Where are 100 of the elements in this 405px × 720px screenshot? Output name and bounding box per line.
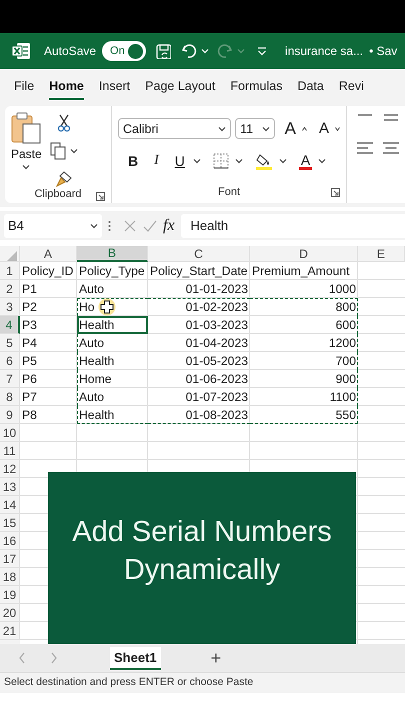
caret-icon[interactable] bbox=[192, 158, 201, 164]
ribbon-tab[interactable]: Insert bbox=[98, 75, 130, 100]
row-header[interactable]: 10 bbox=[0, 424, 20, 442]
row-header[interactable]: 18 bbox=[0, 568, 20, 586]
underline-button[interactable]: U bbox=[172, 153, 187, 169]
row-header[interactable]: 14 bbox=[0, 496, 20, 514]
shrink-font-button[interactable]: A bbox=[316, 120, 331, 137]
row-header[interactable]: 19 bbox=[0, 586, 20, 604]
group-label: Clipboard bbox=[34, 188, 82, 200]
row-header[interactable]: 9 bbox=[0, 406, 20, 424]
row-header[interactable]: 16 bbox=[0, 532, 20, 550]
dialog-launcher-icon[interactable] bbox=[331, 188, 340, 197]
table-cell: 01-02-2023 bbox=[186, 300, 248, 314]
column-header[interactable]: E bbox=[358, 246, 405, 262]
excel-logo-icon bbox=[12, 42, 30, 60]
table-cell: Auto bbox=[79, 390, 104, 404]
ribbon-tab[interactable]: Data bbox=[297, 75, 324, 100]
autosave-toggle[interactable]: On bbox=[102, 41, 146, 61]
caret-icon[interactable] bbox=[278, 158, 287, 164]
table-cell: Ho bbox=[79, 300, 95, 314]
row-header[interactable]: 13 bbox=[0, 478, 20, 496]
row-header[interactable]: 21 bbox=[0, 622, 20, 640]
font-color-button[interactable]: A bbox=[298, 152, 312, 170]
active-cell[interactable]: Health bbox=[77, 316, 148, 334]
table-cell: P2 bbox=[22, 300, 37, 314]
dialog-launcher-icon[interactable] bbox=[96, 192, 105, 201]
table-cell: 900 bbox=[336, 372, 356, 386]
insert-function-button[interactable]: fx bbox=[163, 216, 175, 234]
format-painter-icon[interactable] bbox=[54, 170, 73, 188]
column-header[interactable]: C bbox=[148, 246, 250, 262]
row-header[interactable]: 1 bbox=[0, 262, 20, 280]
table-cell: Policy_ID bbox=[22, 264, 74, 278]
table-cell: P3 bbox=[22, 318, 37, 332]
save-icon[interactable] bbox=[156, 44, 172, 58]
row-header[interactable]: 15 bbox=[0, 514, 20, 532]
more-icon bbox=[108, 220, 111, 232]
row-header[interactable]: 8 bbox=[0, 388, 20, 406]
customize-caret-icon[interactable] bbox=[257, 46, 268, 56]
caret-up-icon bbox=[302, 126, 307, 130]
status-message: Select destination and press ENTER or choose Paste bbox=[4, 676, 254, 688]
row-header[interactable]: 11 bbox=[0, 442, 20, 460]
row-header[interactable]: 4 bbox=[0, 316, 20, 334]
cancel-icon bbox=[123, 218, 137, 232]
column-header[interactable]: B bbox=[77, 246, 148, 262]
italic-button[interactable]: I bbox=[152, 153, 161, 169]
enter-check-icon bbox=[143, 218, 157, 232]
table-cell: Policy_Start_Date bbox=[150, 264, 248, 278]
fill-color-icon[interactable] bbox=[254, 152, 273, 170]
ribbon-tab[interactable]: Home bbox=[49, 75, 84, 100]
table-cell: Auto bbox=[79, 336, 104, 350]
sheet-tab[interactable]: Sheet1 bbox=[110, 646, 161, 670]
name-box[interactable]: B4 bbox=[4, 214, 102, 238]
align-center-icon[interactable] bbox=[383, 142, 399, 154]
caret-icon[interactable] bbox=[22, 164, 30, 170]
table-cell: Health bbox=[79, 408, 114, 422]
title-text: Add Serial Numbers bbox=[72, 515, 332, 550]
ribbon-tab[interactable]: Formulas bbox=[230, 75, 282, 100]
borders-icon[interactable] bbox=[212, 153, 229, 169]
caret-icon[interactable] bbox=[318, 158, 326, 164]
ribbon-tab[interactable]: File bbox=[14, 75, 34, 100]
caret-icon[interactable] bbox=[90, 222, 98, 228]
caret-icon[interactable] bbox=[218, 126, 226, 132]
font-name-dropdown[interactable]: Calibri bbox=[118, 118, 232, 139]
clipboard-icon bbox=[11, 112, 42, 144]
scissors-icon[interactable] bbox=[56, 114, 71, 132]
table-cell: 550 bbox=[336, 408, 356, 422]
add-sheet-button[interactable]: + bbox=[210, 648, 222, 668]
copy-icon[interactable] bbox=[50, 142, 66, 160]
undo-icon[interactable] bbox=[181, 43, 198, 59]
table-cell: 01-04-2023 bbox=[186, 336, 248, 350]
table-cell: 1100 bbox=[330, 390, 356, 404]
table-cell: P6 bbox=[22, 372, 37, 386]
table-cell: P5 bbox=[22, 354, 37, 368]
align-left-icon[interactable] bbox=[357, 142, 373, 154]
column-header[interactable]: D bbox=[250, 246, 358, 262]
table-cell: 600 bbox=[336, 318, 356, 332]
caret-icon[interactable] bbox=[262, 126, 270, 132]
row-header[interactable]: 12 bbox=[0, 460, 20, 478]
table-cell: 01-07-2023 bbox=[186, 390, 248, 404]
ribbon-tab[interactable]: Revi bbox=[338, 75, 364, 100]
table-cell: 01-06-2023 bbox=[186, 372, 248, 386]
formula-input[interactable]: Health bbox=[180, 214, 405, 238]
table-cell: Policy_Type bbox=[79, 264, 145, 278]
row-header[interactable]: 2 bbox=[0, 280, 20, 298]
paste-button[interactable]: Paste bbox=[11, 112, 42, 188]
row-header[interactable]: 6 bbox=[0, 352, 20, 370]
file-name[interactable]: insurance sa... bbox=[285, 44, 364, 58]
row-header[interactable]: 5 bbox=[0, 334, 20, 352]
grow-font-button[interactable]: A bbox=[282, 118, 298, 138]
ribbon-tab[interactable]: Page Layout bbox=[145, 75, 216, 100]
row-header[interactable]: 7 bbox=[0, 370, 20, 388]
row-header[interactable]: 3 bbox=[0, 298, 20, 316]
bold-button[interactable]: B bbox=[126, 153, 140, 169]
row-header[interactable]: 20 bbox=[0, 604, 20, 622]
caret-icon[interactable] bbox=[234, 158, 243, 164]
font-size-dropdown[interactable]: 11 bbox=[235, 118, 275, 139]
row-header[interactable]: 17 bbox=[0, 550, 20, 568]
table-cell: 700 bbox=[336, 354, 356, 368]
caret-icon[interactable] bbox=[70, 148, 78, 154]
column-header[interactable]: A bbox=[20, 246, 77, 262]
